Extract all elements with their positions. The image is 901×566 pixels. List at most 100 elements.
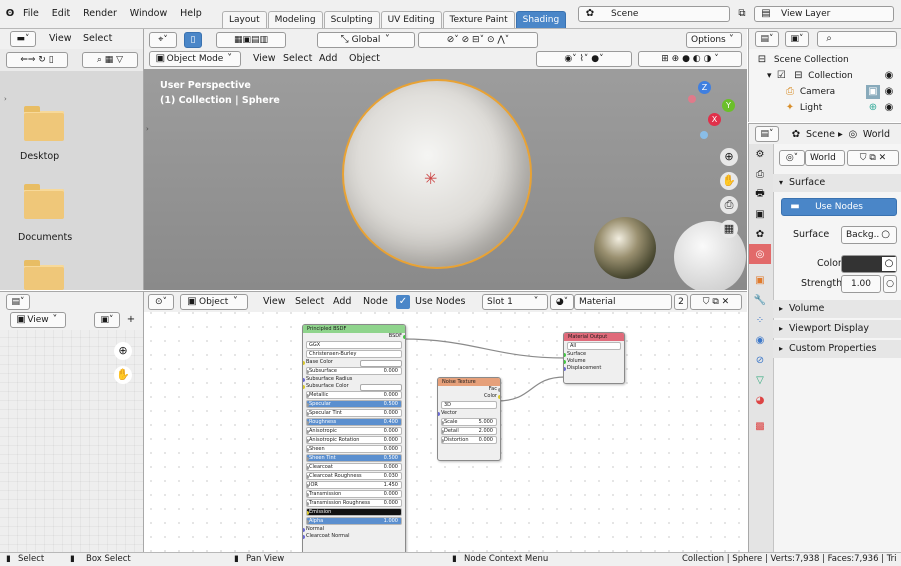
image-editor-view-menu[interactable]: ▣ View ˅: [10, 312, 66, 328]
vp-menu-view[interactable]: View: [248, 53, 281, 64]
scene-selector[interactable]: ✿ Scene: [578, 6, 730, 22]
menu-file[interactable]: File: [18, 8, 44, 19]
viewport-editor-type[interactable]: ⌖˅: [149, 32, 177, 48]
toolbar-toggle[interactable]: ›: [146, 125, 149, 133]
editor-type-button[interactable]: ▬˅: [10, 31, 36, 47]
checkbox-icon[interactable]: ☑: [774, 69, 788, 83]
modifier-tab-icon[interactable]: 🔧: [749, 290, 771, 310]
bsdf-input-row[interactable]: Specular Tint 0.000: [306, 409, 402, 417]
pan-button[interactable]: ✋: [720, 172, 738, 190]
tab-layout[interactable]: Layout: [222, 11, 267, 28]
material-tab-icon[interactable]: ◕: [749, 390, 771, 410]
bsdf-input-row[interactable]: Subsurface 0.000: [306, 367, 402, 375]
bsdf-input-row[interactable]: Transmission Roughness 0.000: [306, 499, 402, 507]
outliner-search[interactable]: ⌕: [817, 31, 897, 47]
camera-view-button[interactable]: ⎙: [720, 196, 738, 214]
bsdf-input-row[interactable]: Transmission 0.000: [306, 490, 402, 498]
properties-editor-type[interactable]: ▤˅: [755, 126, 779, 142]
left-region-toggle[interactable]: ›: [4, 95, 7, 103]
world-actions[interactable]: ⛉ ⧉ ✕: [847, 150, 899, 166]
axis-neg-x[interactable]: [688, 95, 696, 103]
visibility-gizmo-buttons[interactable]: ◉˅ ⌇˅ ●˅: [536, 51, 632, 67]
new-image-icon[interactable]: +: [124, 313, 138, 327]
folder-documents[interactable]: Documents: [0, 169, 143, 249]
bsdf-input-row[interactable]: Specular 0.500: [306, 400, 402, 408]
fb-menu-select[interactable]: Select: [78, 33, 117, 44]
particles-tab-icon[interactable]: ⁘: [749, 310, 771, 330]
navigation-gizmo[interactable]: Z Y X: [678, 79, 738, 139]
pivot-snap-buttons[interactable]: ⊘˅ ⊘ ⊟˅ ⊙ ⋀˅: [418, 32, 538, 48]
input-socket[interactable]: [303, 535, 305, 539]
blender-logo-icon[interactable]: ʘ: [3, 7, 17, 21]
bsdf-input-row[interactable]: Normal: [303, 526, 405, 533]
filter-buttons[interactable]: ⌕ ▦ ▽: [82, 52, 138, 68]
matout-node-header[interactable]: Material Output: [564, 333, 624, 341]
bsdf-node-header[interactable]: Principled BSDF: [303, 325, 405, 333]
axis-neg-y[interactable]: [700, 131, 708, 139]
outliner-editor-type[interactable]: ▤˅: [755, 31, 779, 47]
display-mode-button[interactable]: ▣˅: [785, 31, 809, 47]
surface-shader-field[interactable]: Backg.. ○: [841, 226, 897, 244]
surface-panel-header[interactable]: ▾ Surface: [773, 174, 901, 192]
input-socket[interactable]: [303, 385, 305, 389]
eye-icon[interactable]: ◉: [882, 69, 896, 83]
outliner-row-scene-collection[interactable]: ⊟ Scene Collection: [755, 53, 900, 67]
bsdf-input-row[interactable]: Sheen 0.000: [306, 445, 402, 453]
options-button[interactable]: Options ˅: [686, 32, 742, 48]
folder-partial[interactable]: [0, 251, 143, 290]
input-socket[interactable]: [303, 361, 305, 365]
bsdf-input-row[interactable]: Subsurface Color: [303, 383, 405, 391]
nav-buttons[interactable]: ⇐⇒ ↻ ▯: [6, 52, 68, 68]
outliner-row-light[interactable]: ✦ Light ⊕ ◉: [783, 101, 900, 115]
bsdf-input-row[interactable]: Sheen Tint 0.500: [306, 454, 402, 462]
outliner-row-collection[interactable]: ▾ ☑ ⊟ Collection ◉: [767, 69, 900, 83]
use-nodes-button[interactable]: ▬ Use Nodes: [781, 198, 897, 216]
transform-orientation[interactable]: ⤡ Global ˅: [317, 32, 415, 48]
material-output-node[interactable]: Material Output All Surface Volume Displ…: [563, 332, 625, 384]
viewport-3d[interactable]: ⌖˅ ▯ ▦▣▤▥ ⤡ Global ˅ ⊘˅ ⊘ ⊟˅ ⊙ ⋀˅ Option…: [144, 29, 747, 290]
distortion-field[interactable]: Distortion 0.000: [441, 436, 497, 444]
view-layer-selector[interactable]: ▤ View Layer: [754, 6, 894, 22]
vp-menu-object[interactable]: Object: [344, 53, 385, 64]
volume-input-socket[interactable]: [564, 360, 566, 364]
tab-texture-paint[interactable]: Texture Paint: [442, 11, 515, 28]
menu-help[interactable]: Help: [175, 8, 207, 19]
fb-menu-view[interactable]: View: [44, 33, 77, 44]
strength-link-button[interactable]: ○: [883, 275, 897, 293]
bsdf-input-row[interactable]: IOR 1.450: [306, 481, 402, 489]
vp-menu-select[interactable]: Select: [278, 53, 317, 64]
texture-tab-icon[interactable]: ▩: [749, 416, 771, 436]
expand-icon[interactable]: ▾: [767, 71, 772, 81]
displacement-input-socket[interactable]: [564, 367, 566, 371]
world-tab-icon[interactable]: ◎: [749, 244, 771, 264]
bsdf-input-row[interactable]: Anisotropic 0.000: [306, 427, 402, 435]
color-swatch[interactable]: ○: [841, 255, 897, 273]
scale-field[interactable]: Scale 5.000: [441, 418, 497, 426]
pan-button[interactable]: ✋: [114, 366, 132, 384]
noise-node-header[interactable]: Noise Texture: [438, 378, 500, 386]
menu-render[interactable]: Render: [78, 8, 122, 19]
noise-texture-node[interactable]: Noise Texture Fac Color 3D Vector Scale 5…: [437, 377, 501, 461]
select-mode-buttons[interactable]: ▦▣▤▥: [216, 32, 286, 48]
surface-input-socket[interactable]: [564, 353, 566, 357]
tab-shading[interactable]: Shading: [515, 11, 567, 28]
axis-x[interactable]: X: [708, 113, 721, 126]
tab-modeling[interactable]: Modeling: [267, 11, 323, 28]
object-tab-icon[interactable]: ▣: [749, 270, 771, 290]
image-editor-type[interactable]: ▤˅: [6, 294, 30, 310]
bsdf-input-row[interactable]: Clearcoat 0.000: [306, 463, 402, 471]
strength-field[interactable]: 1.00: [841, 275, 881, 293]
color-swatch[interactable]: [360, 384, 402, 391]
bsdf-input-row[interactable]: Anisotropic Rotation 0.000: [306, 436, 402, 444]
detail-field[interactable]: Detail 2.000: [441, 427, 497, 435]
dimension-dropdown[interactable]: 3D: [441, 401, 497, 409]
camera-data-icon[interactable]: ▣: [866, 85, 880, 99]
menu-window[interactable]: Window: [125, 8, 172, 19]
axis-z[interactable]: Z: [698, 81, 711, 94]
bsdf-input-row[interactable]: Roughness 0.400: [306, 418, 402, 426]
vector-input-socket[interactable]: [438, 412, 440, 416]
image-canvas-area[interactable]: ⊕ ✋: [0, 330, 143, 553]
tool-tab-icon[interactable]: ⚙: [749, 144, 771, 164]
eye-icon[interactable]: ◉: [882, 101, 896, 115]
bsdf-input-row[interactable]: Emission: [306, 508, 402, 516]
